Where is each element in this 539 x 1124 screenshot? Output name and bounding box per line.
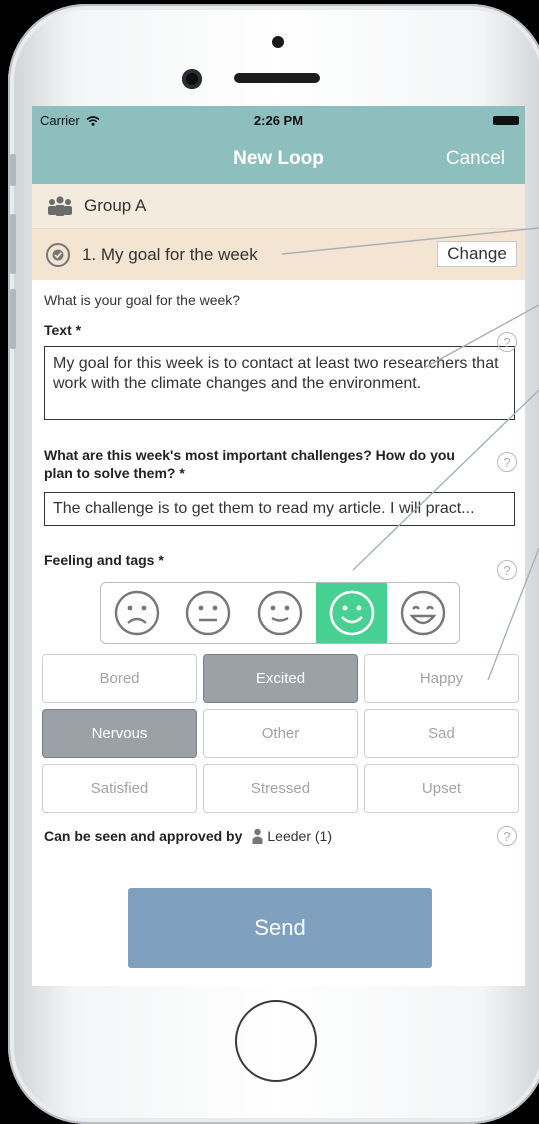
tag-upset[interactable]: Upset xyxy=(364,764,519,813)
challenges-help-icon[interactable]: ? xyxy=(497,452,517,472)
form-content: What is your goal for the week? Text * ?… xyxy=(32,292,525,580)
goal-row: 1. My goal for the week Change xyxy=(32,229,525,280)
volume-up-button xyxy=(10,214,16,274)
approval-help-icon[interactable]: ? xyxy=(497,826,517,846)
tag-other[interactable]: Other xyxy=(203,709,358,758)
send-button[interactable]: Send xyxy=(128,888,432,968)
tag-stressed[interactable]: Stressed xyxy=(203,764,358,813)
tag-grid: Bored Excited Happy Nervous Other Sad Sa… xyxy=(42,654,519,813)
feeling-help-icon[interactable]: ? xyxy=(497,560,517,580)
approver-name[interactable]: Leeder (1) xyxy=(267,828,332,844)
goal-text-field[interactable]: My goal for this week is to contact at l… xyxy=(44,346,515,420)
mood-happy[interactable] xyxy=(315,583,388,643)
text-help-icon[interactable]: ? xyxy=(497,332,517,352)
battery-icon xyxy=(493,116,519,125)
person-icon xyxy=(252,828,263,844)
feeling-label: Feeling and tags * xyxy=(44,552,164,568)
challenges-label: What are this week's most important chal… xyxy=(44,447,455,481)
tag-sad[interactable]: Sad xyxy=(364,709,519,758)
front-camera-icon xyxy=(182,69,202,89)
text-label: Text * xyxy=(44,322,82,338)
group-name: Group A xyxy=(84,196,147,215)
group-icon xyxy=(48,196,72,216)
sad-face-icon xyxy=(114,590,159,636)
mood-neutral[interactable] xyxy=(173,583,245,643)
tag-nervous[interactable]: Nervous xyxy=(42,709,197,758)
front-sensor-icon xyxy=(272,36,284,48)
change-goal-button[interactable]: Change xyxy=(437,241,517,267)
tag-happy[interactable]: Happy xyxy=(364,654,519,703)
tag-excited[interactable]: Excited xyxy=(203,654,358,703)
goal-question: What is your goal for the week? xyxy=(44,292,241,308)
neutral-face-icon xyxy=(186,590,231,636)
nav-bar: New Loop Cancel xyxy=(32,134,525,184)
status-bar: Carrier 2:26 PM xyxy=(32,106,525,134)
status-time: 2:26 PM xyxy=(253,113,304,128)
goal-title: 1. My goal for the week xyxy=(82,244,258,264)
volume-down-button xyxy=(10,289,16,349)
approval-row: Can be seen and approved by Leeder (1) xyxy=(44,828,332,844)
mood-slightly-happy[interactable] xyxy=(244,583,316,643)
tag-bored[interactable]: Bored xyxy=(42,654,197,703)
approval-label: Can be seen and approved by xyxy=(44,828,243,844)
cancel-button[interactable]: Cancel xyxy=(446,148,505,170)
smile-face-icon xyxy=(329,590,374,636)
goal-check-icon xyxy=(46,242,70,267)
grin-face-icon xyxy=(400,590,446,636)
mood-selector xyxy=(100,582,460,644)
challenges-field[interactable]: The challenge is to get them to read my … xyxy=(44,492,515,526)
app-screen: Carrier 2:26 PM New Loop Cancel Group A xyxy=(32,106,525,986)
home-button[interactable] xyxy=(235,1000,317,1082)
mute-switch xyxy=(10,154,16,186)
group-row[interactable]: Group A xyxy=(32,184,525,229)
slight-smile-face-icon xyxy=(257,590,303,636)
mood-sad[interactable] xyxy=(101,583,173,643)
mood-very-happy[interactable] xyxy=(387,583,459,643)
earpiece-speaker xyxy=(234,73,320,83)
tag-satisfied[interactable]: Satisfied xyxy=(42,764,197,813)
